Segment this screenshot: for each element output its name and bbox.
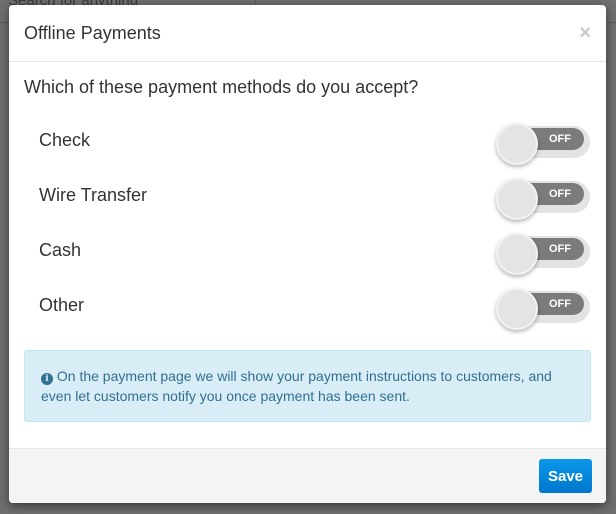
method-label: Cash: [39, 240, 82, 260]
other-toggle[interactable]: OFF: [496, 287, 590, 330]
modal-header: Offline Payments ×: [9, 5, 606, 62]
modal-body: Which of these payment methods do you ac…: [9, 62, 606, 437]
close-icon[interactable]: ×: [579, 22, 591, 45]
method-label: Other: [39, 295, 85, 315]
method-label: Check: [39, 130, 91, 150]
check-toggle[interactable]: OFF: [496, 122, 590, 165]
payment-method-check: Check OFF: [24, 113, 591, 168]
toggle-knob: [496, 232, 538, 275]
toggle-knob: [496, 122, 538, 165]
offline-payments-modal: Offline Payments × Which of these paymen…: [9, 5, 606, 503]
method-label: Wire Transfer: [39, 185, 148, 205]
info-alert: i On the payment page we will show your …: [24, 350, 591, 422]
wire-transfer-toggle[interactable]: OFF: [496, 177, 590, 220]
modal-footer: Save: [9, 448, 606, 503]
toggle-knob: [496, 287, 538, 330]
payment-method-other: Other OFF: [24, 278, 591, 333]
modal-title: Offline Payments: [24, 22, 161, 43]
cash-toggle[interactable]: OFF: [496, 232, 590, 275]
info-icon: i: [41, 373, 53, 385]
toggle-knob: [496, 177, 538, 220]
info-text: On the payment page we will show your pa…: [41, 368, 552, 404]
question-text: Which of these payment methods do you ac…: [24, 77, 419, 97]
save-button[interactable]: Save: [539, 459, 592, 493]
payment-method-cash: Cash OFF: [24, 223, 591, 278]
payment-method-wire-transfer: Wire Transfer OFF: [24, 168, 591, 223]
